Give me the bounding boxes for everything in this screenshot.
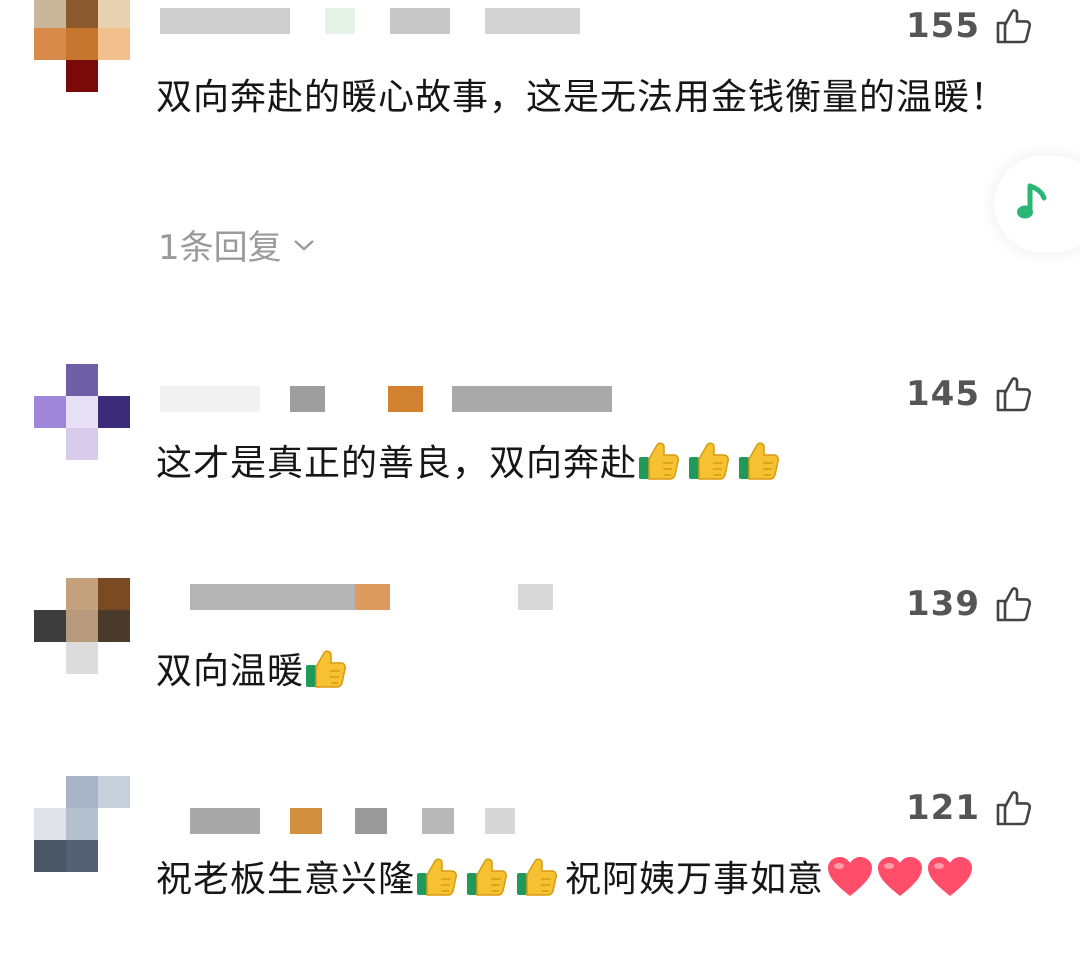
music-note-icon bbox=[1017, 183, 1047, 219]
like-control[interactable]: 145 bbox=[906, 374, 1034, 414]
music-button[interactable] bbox=[994, 156, 1080, 252]
comment-text: 双向奔赴的暖心故事，这是无法用金钱衡量的温暖！ bbox=[156, 77, 1008, 118]
red-heart-emoji bbox=[878, 857, 923, 896]
red-heart-emoji bbox=[928, 857, 973, 896]
comment-text: 祝老板生意兴隆 祝阿姨万事如意 bbox=[156, 852, 1020, 908]
comment-text-body: 这才是真正的善良，双向奔赴 bbox=[156, 443, 638, 484]
like-count: 155 bbox=[906, 6, 980, 46]
avatar[interactable] bbox=[34, 776, 130, 872]
thumbs-up-outline-icon[interactable] bbox=[994, 6, 1034, 46]
replies-toggle[interactable]: 1条回复 bbox=[158, 220, 316, 269]
username-blurred[interactable] bbox=[160, 386, 630, 416]
comment-text: 双向温暖 bbox=[156, 644, 1020, 700]
like-count: 121 bbox=[906, 788, 980, 828]
thumbs-up-outline-icon[interactable] bbox=[994, 584, 1034, 624]
replies-label: 1条回复 bbox=[158, 228, 282, 268]
like-count: 139 bbox=[906, 584, 980, 624]
thumbs-up-emoji bbox=[306, 650, 347, 688]
comment-text: 这才是真正的善良，双向奔赴 bbox=[156, 436, 1020, 492]
avatar[interactable] bbox=[34, 364, 130, 460]
like-control[interactable]: 155 bbox=[906, 6, 1034, 46]
thumbs-up-emoji bbox=[689, 442, 730, 480]
thumbs-up-outline-icon[interactable] bbox=[994, 374, 1034, 414]
username-blurred[interactable] bbox=[160, 808, 630, 838]
thumbs-up-outline-icon[interactable] bbox=[994, 788, 1034, 828]
comment-text-body-2: 祝阿姨万事如意 bbox=[565, 859, 825, 900]
thumbs-up-emoji bbox=[417, 858, 458, 896]
thumbs-up-emoji bbox=[467, 858, 508, 896]
like-control[interactable]: 121 bbox=[906, 788, 1034, 828]
comment-text-body: 祝老板生意兴隆 bbox=[156, 859, 416, 900]
username-blurred[interactable] bbox=[160, 8, 630, 38]
username-blurred[interactable] bbox=[160, 584, 630, 614]
thumbs-up-emoji bbox=[639, 442, 680, 480]
chevron-down-icon bbox=[293, 239, 314, 251]
avatar[interactable] bbox=[34, 578, 130, 674]
thumbs-up-emoji bbox=[517, 858, 558, 896]
like-control[interactable]: 139 bbox=[906, 584, 1034, 624]
like-count: 145 bbox=[906, 374, 980, 414]
comment-text-body: 双向温暖 bbox=[156, 651, 305, 692]
avatar[interactable] bbox=[34, 0, 130, 92]
thumbs-up-emoji bbox=[739, 442, 780, 480]
red-heart-emoji bbox=[828, 857, 873, 896]
